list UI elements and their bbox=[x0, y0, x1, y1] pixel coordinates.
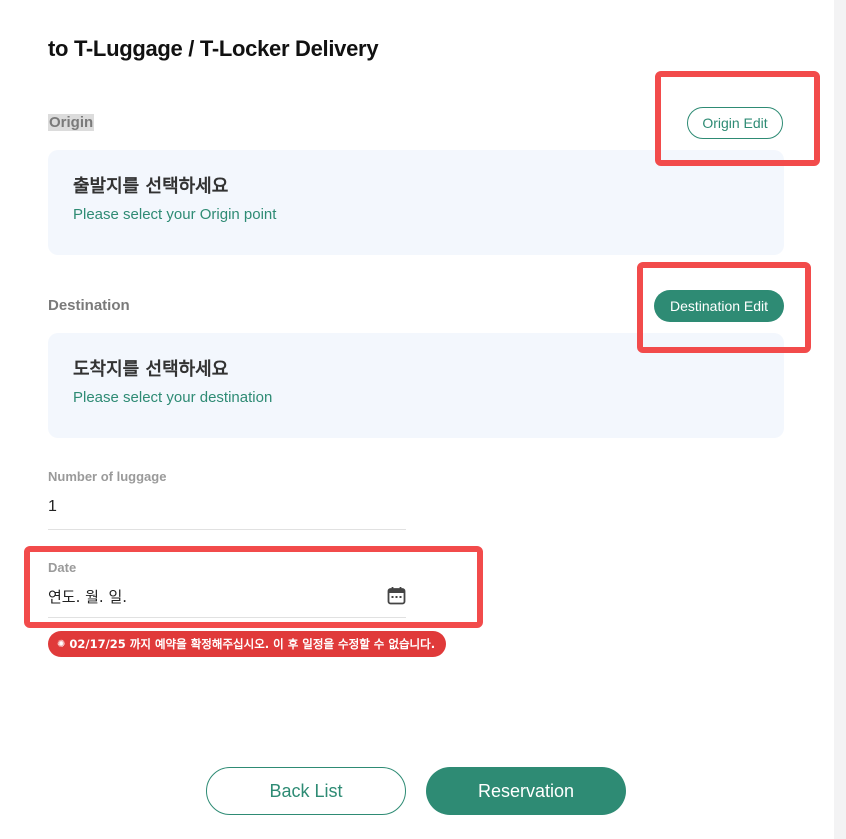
origin-label: Origin bbox=[48, 114, 95, 131]
asterisk-icon: ✺ bbox=[57, 638, 66, 650]
origin-card-title: 출발지를 선택하세요 bbox=[73, 176, 229, 197]
origin-card-subtitle: Please select your Origin point bbox=[73, 206, 277, 223]
back-list-button[interactable]: Back List bbox=[206, 767, 406, 815]
deadline-warning-badge: ✺ 02/17/25 까지 예약을 확정해주십시오. 이 후 일정을 수정할 수… bbox=[48, 631, 447, 657]
page-title: to T-Luggage / T-Locker Delivery bbox=[48, 36, 379, 61]
reservation-button[interactable]: Reservation bbox=[426, 767, 626, 815]
destination-label: Destination bbox=[48, 297, 130, 314]
destination-card-title: 도착지를 선택하세요 bbox=[73, 359, 229, 380]
deadline-warning-text: 02/17/25 까지 예약을 확정해주십시오. 이 후 일정을 수정할 수 없… bbox=[69, 637, 436, 651]
luggage-input[interactable]: 1 bbox=[48, 498, 57, 516]
date-field-highlight bbox=[24, 546, 483, 628]
destination-edit-highlight bbox=[637, 262, 811, 353]
origin-edit-highlight bbox=[655, 71, 820, 166]
scrollbar-track[interactable] bbox=[834, 0, 846, 839]
luggage-label: Number of luggage bbox=[48, 469, 167, 484]
luggage-underline bbox=[48, 529, 406, 530]
destination-card-subtitle: Please select your destination bbox=[73, 389, 273, 406]
